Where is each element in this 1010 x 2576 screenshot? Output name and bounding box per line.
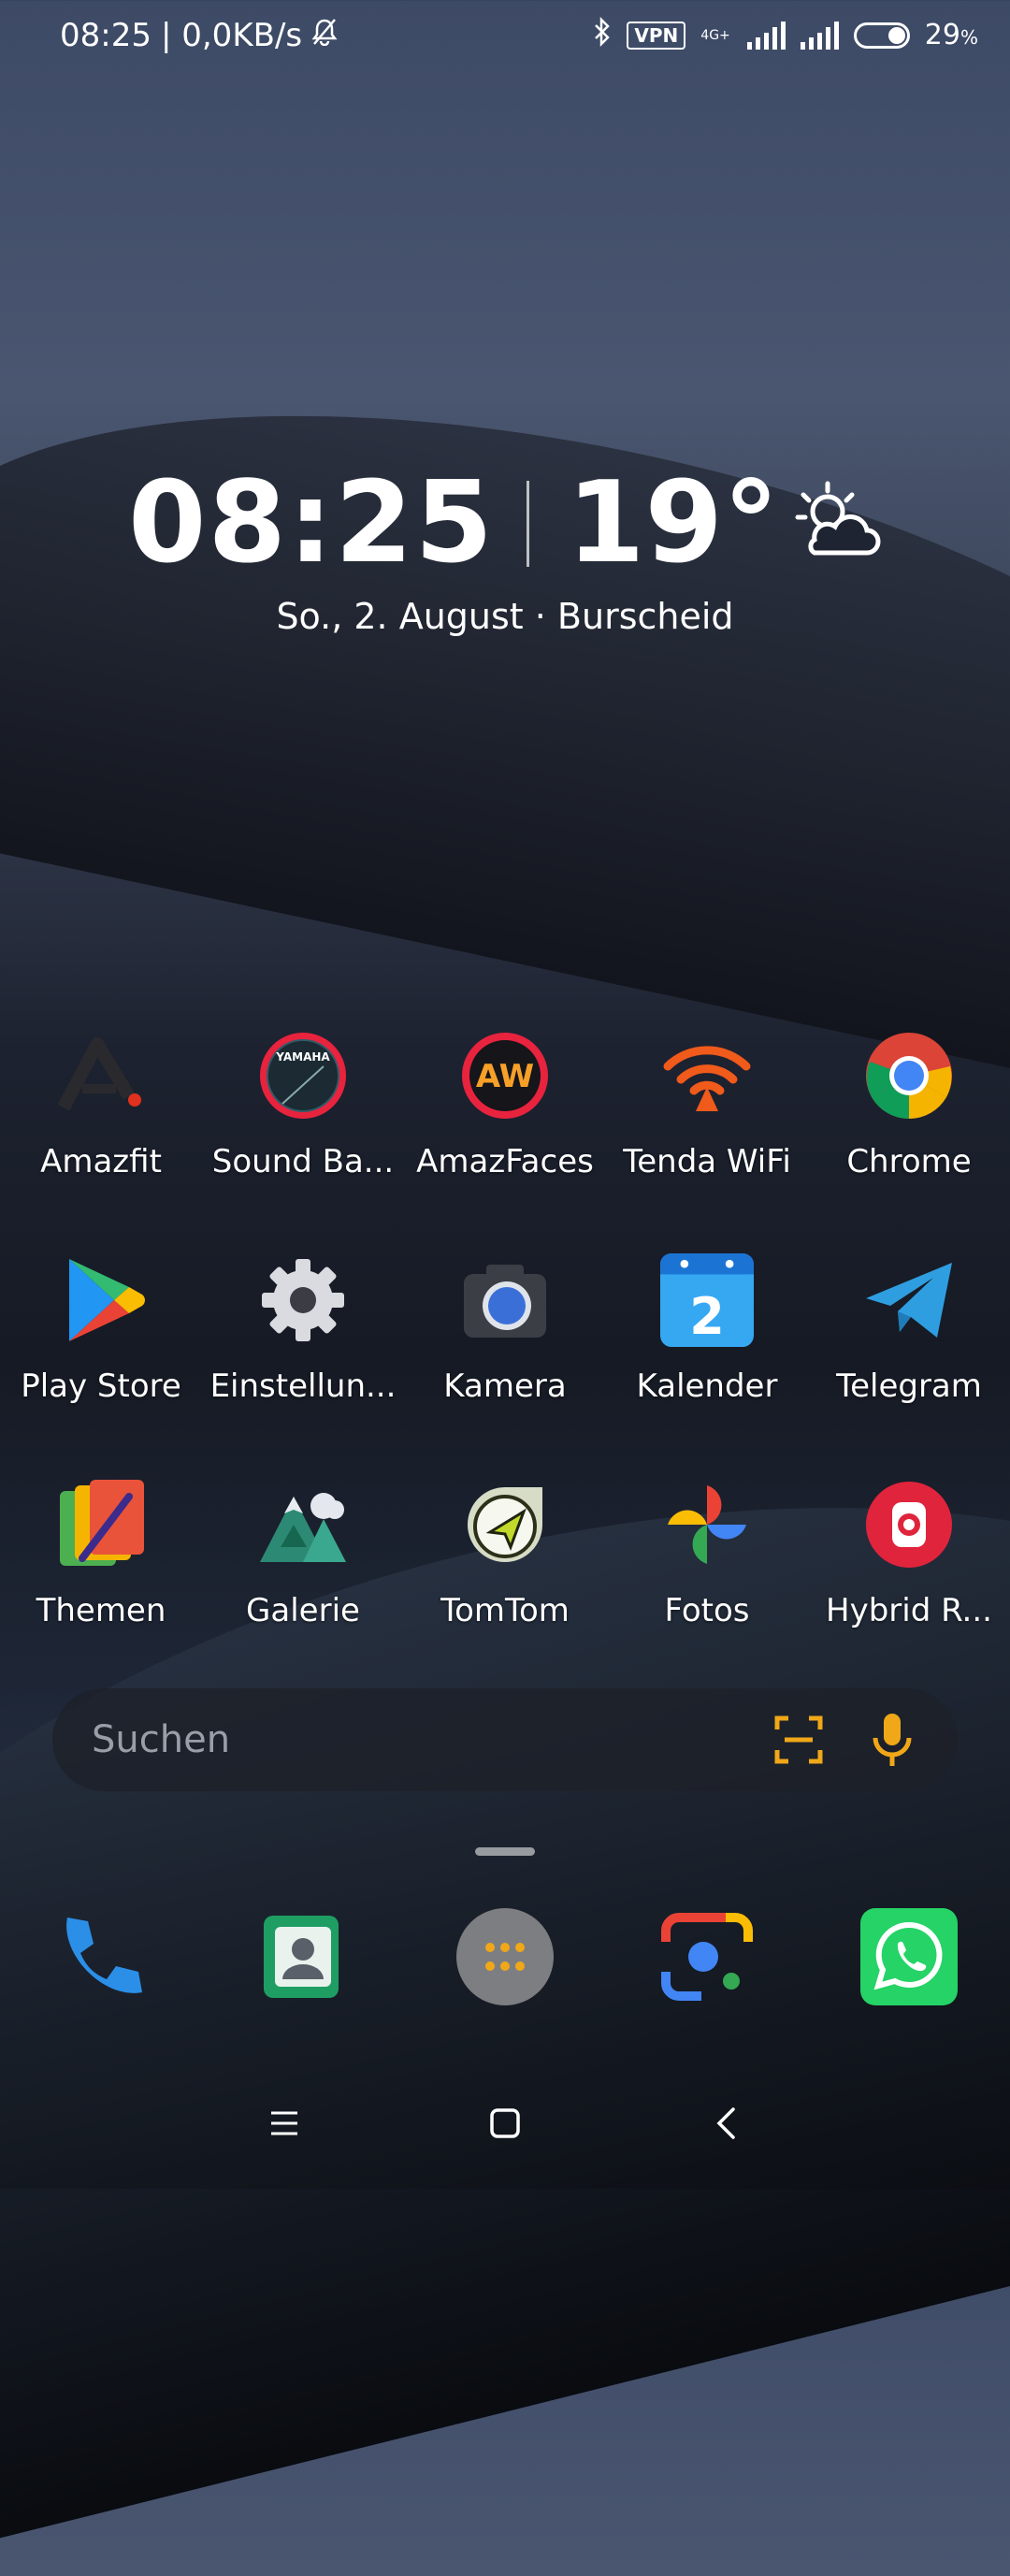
themes-icon (54, 1478, 148, 1571)
app-label: Tenda WiFi (623, 1143, 791, 1180)
hybrid-r-icon (862, 1478, 956, 1571)
app-amazfaces[interactable]: AW AmazFaces (404, 1029, 606, 1253)
tenda-wifi-icon (660, 1029, 754, 1122)
google-photos-icon (660, 1478, 754, 1571)
app-play-store[interactable]: Play Store (0, 1253, 202, 1478)
app-tenda-wifi[interactable]: Tenda WiFi (606, 1029, 808, 1253)
status-left: 08:25 | 0,0KB/s (60, 17, 338, 54)
phone-icon (52, 1908, 150, 2005)
scan-icon[interactable] (771, 1712, 827, 1768)
status-time: 08:25 (60, 17, 152, 54)
app-label: Fotos (664, 1592, 750, 1629)
app-sound-bar[interactable]: YAMAHA Sound Ba... (202, 1029, 404, 1253)
camera-icon (458, 1253, 552, 1347)
app-row: Themen Galerie TomTom Fotos Hybrid R... (0, 1478, 1010, 1702)
battery-icon (853, 22, 910, 49)
app-hybrid-r[interactable]: Hybrid R... (808, 1478, 1010, 1702)
widget-divider (526, 480, 529, 567)
app-chrome[interactable]: Chrome (808, 1029, 1010, 1253)
app-label: Telegram (836, 1368, 982, 1405)
amazfit-icon (54, 1029, 148, 1122)
app-telegram[interactable]: Telegram (808, 1253, 1010, 1478)
app-grid: Amazfit YAMAHA Sound Ba... AW AmazFaces … (0, 1029, 1010, 1702)
dock-google-lens[interactable] (606, 1908, 808, 2005)
amazfaces-icon: AW (458, 1029, 552, 1122)
widget-clock[interactable]: 08:25 (128, 458, 495, 588)
status-right: VPN 4G+ 29% (593, 16, 978, 53)
app-calendar[interactable]: 2 Kalender (606, 1253, 808, 1478)
app-label: AmazFaces (416, 1143, 594, 1180)
chrome-icon (862, 1029, 956, 1122)
app-label: Kalender (636, 1368, 778, 1405)
widget-temperature[interactable]: 19° (567, 458, 779, 588)
app-label: Galerie (246, 1592, 360, 1629)
mute-bell-icon (311, 17, 338, 54)
app-gallery[interactable]: Galerie (202, 1478, 404, 1702)
app-row: Amazfit YAMAHA Sound Ba... AW AmazFaces … (0, 1029, 1010, 1253)
app-label: Einstellun... (209, 1368, 397, 1405)
home-icon[interactable] (479, 2097, 531, 2149)
menu-icon[interactable] (258, 2097, 310, 2149)
tomtom-icon (458, 1478, 552, 1571)
signal-icon (800, 21, 839, 50)
wallpaper-dune (0, 309, 1010, 1113)
app-themes[interactable]: Themen (0, 1478, 202, 1702)
dock-app-drawer[interactable] (404, 1908, 606, 2005)
partly-cloudy-icon (788, 480, 882, 568)
drawer-handle[interactable] (475, 1847, 535, 1856)
yamaha-sound-bar-icon: YAMAHA (256, 1029, 350, 1122)
calendar-icon: 2 (660, 1253, 754, 1347)
app-camera[interactable]: Kamera (404, 1253, 606, 1478)
status-bar: 08:25 | 0,0KB/s VPN 4G+ 29% (0, 0, 1010, 79)
app-tomtom[interactable]: TomTom (404, 1478, 606, 1702)
network-type: 4G+ (700, 27, 730, 43)
settings-gear-icon (256, 1253, 350, 1347)
navigation-bar (0, 2086, 1010, 2161)
widget-date-location[interactable]: So., 2. August · Burscheid (0, 596, 1010, 637)
app-label: Kamera (443, 1368, 567, 1405)
app-label: TomTom (440, 1592, 570, 1629)
app-settings[interactable]: Einstellun... (202, 1253, 404, 1478)
app-label: Themen (36, 1592, 166, 1629)
battery-level: 29% (924, 19, 978, 51)
back-icon[interactable] (700, 2097, 752, 2149)
google-lens-icon (658, 1908, 756, 2005)
dock-phone[interactable] (0, 1908, 202, 2005)
app-drawer-icon (456, 1908, 554, 2005)
app-label: Play Store (21, 1368, 181, 1405)
app-label: Hybrid R... (826, 1592, 992, 1629)
bluetooth-icon (593, 16, 612, 53)
contacts-icon (254, 1908, 352, 2005)
app-photos[interactable]: Fotos (606, 1478, 808, 1702)
network-speed: | 0,0KB/s (160, 17, 303, 54)
search-bar[interactable] (52, 1688, 958, 1791)
microphone-icon[interactable] (864, 1712, 920, 1768)
app-amazfit[interactable]: Amazfit (0, 1029, 202, 1253)
dock-whatsapp[interactable] (808, 1908, 1010, 2005)
whatsapp-icon (860, 1908, 958, 2005)
telegram-icon (862, 1253, 956, 1347)
app-row: Play Store Einstellun... Kamera 2 Kalend… (0, 1253, 1010, 1478)
vpn-icon: VPN (627, 21, 686, 50)
dock-contacts[interactable] (202, 1908, 404, 2005)
app-label: Chrome (846, 1143, 972, 1180)
search-input[interactable] (90, 1717, 733, 1762)
gallery-icon (256, 1478, 350, 1571)
play-store-icon (54, 1253, 148, 1347)
clock-weather-widget[interactable]: 08:25 19° So., 2. August · Burscheid (0, 458, 1010, 637)
svg-text:YAMAHA: YAMAHA (275, 1050, 330, 1064)
signal-icon (746, 21, 786, 50)
calendar-day: 2 (689, 1287, 725, 1346)
svg-text:AW: AW (476, 1058, 534, 1095)
dock (0, 1908, 1010, 2005)
app-label: Amazfit (40, 1143, 162, 1180)
app-label: Sound Ba... (211, 1143, 395, 1180)
